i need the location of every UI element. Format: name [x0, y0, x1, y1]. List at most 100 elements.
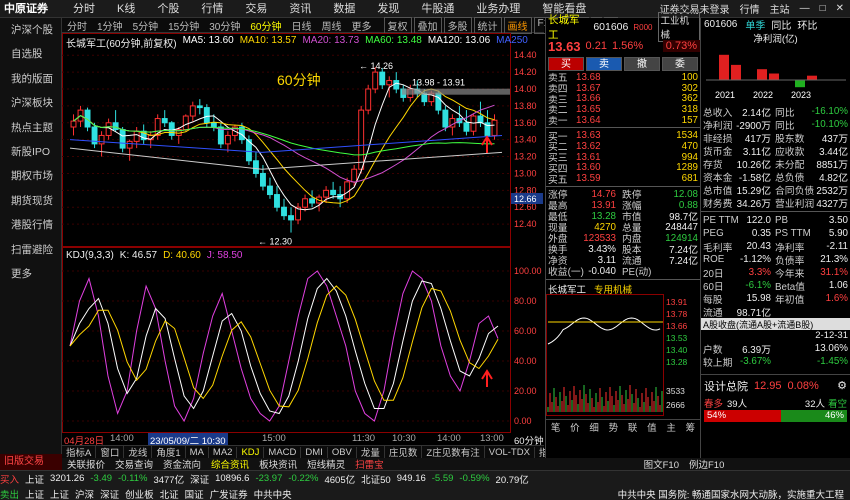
menu-item[interactable]: 发现	[366, 0, 410, 18]
divider	[546, 278, 700, 280]
f10-tab[interactable]: 图文F10	[639, 457, 684, 471]
status-item[interactable]: 买入	[0, 472, 19, 486]
period-tab[interactable]: 分时	[62, 18, 92, 33]
mini-chart-header: 长城军工 专用机械	[546, 282, 700, 296]
menu-item[interactable]: 资讯	[278, 0, 322, 18]
mini-tab[interactable]: 笔	[546, 420, 565, 434]
period-tab[interactable]: 1分钟	[92, 18, 128, 33]
top-right-item[interactable]: 主站	[770, 1, 790, 16]
sidebar-item[interactable]: 扫雷避险	[0, 238, 61, 262]
status-item[interactable]: 卖出	[0, 487, 19, 500]
menu-item[interactable]: 数据	[322, 0, 366, 18]
sidebar-item[interactable]: 热点主题	[0, 116, 61, 140]
trade-button[interactable]: 委	[662, 57, 698, 71]
profit-bar-chart: 2021 2022 2023	[706, 54, 846, 100]
mini-tab[interactable]: 势	[604, 420, 623, 434]
indicator-tab[interactable]: Z庄见数有注	[422, 445, 485, 459]
trade-button[interactable]: 撤	[624, 57, 660, 71]
maximize-icon[interactable]: □	[820, 3, 826, 14]
menu-item[interactable]: 行情	[190, 0, 234, 18]
mini-tab[interactable]: 联	[623, 420, 642, 434]
menu-item[interactable]: 分时	[62, 0, 106, 18]
indicator-tab[interactable]: 庄见数	[385, 445, 423, 459]
f10-tab[interactable]: 例边F10	[684, 457, 729, 471]
period-tab[interactable]: 30分钟	[204, 18, 245, 33]
info-tab[interactable]: 板块资讯	[254, 457, 302, 471]
period-tab[interactable]: 周线	[317, 18, 347, 33]
finance-label: PB	[775, 215, 789, 226]
sentiment-bar[interactable]: 54% 46%	[704, 410, 847, 422]
sidebar-item[interactable]: 沪深板块	[0, 91, 61, 115]
indicator-tab[interactable]: MA2	[209, 446, 238, 458]
finance-label: 股东数	[775, 133, 805, 145]
finance-value: 98.71亿	[736, 307, 771, 319]
sidebar-item[interactable]: 新股IPO	[0, 140, 61, 164]
sidebar-item[interactable]: 更多	[0, 262, 61, 286]
period-tab[interactable]: 60分钟	[245, 18, 286, 33]
indicator-tab[interactable]: OBV	[328, 446, 357, 458]
finance-row: 20日 3.3% 今年来 31.1%	[701, 266, 850, 280]
sector-tag[interactable]: 工业机械	[657, 12, 700, 42]
sidebar-item[interactable]: 沪深个股	[0, 18, 61, 42]
chart-tool-button[interactable]: 统计	[473, 16, 502, 34]
bear-bar: 46%	[781, 410, 847, 422]
candle-body	[126, 140, 133, 149]
old-trade-button[interactable]: 旧版交易	[0, 454, 62, 470]
info-tab[interactable]: 交易查询	[110, 457, 158, 471]
sidebar-item[interactable]: 我的版面	[0, 67, 61, 91]
order-level-row[interactable]: 买五 13.59 681	[546, 173, 700, 186]
trade-button[interactable]: 卖	[586, 57, 622, 71]
info-tab[interactable]: 扫雷宝	[350, 457, 389, 471]
minimize-icon[interactable]: —	[800, 3, 810, 14]
settings-icon[interactable]: ⚙	[837, 379, 850, 392]
trade-button[interactable]: 买	[548, 57, 584, 71]
period-tab[interactable]: 日线	[287, 18, 317, 33]
info-tab[interactable]: 关联报价	[62, 457, 110, 471]
order-level-row[interactable]: 卖一 13.64 157	[546, 115, 700, 128]
sidebar-item[interactable]: 期货现货	[0, 189, 61, 213]
menu-item[interactable]: 交易	[234, 0, 278, 18]
info-tab[interactable]: 综合资讯	[206, 457, 254, 471]
mini-tab[interactable]: 主	[662, 420, 681, 434]
kdj-indicator-chart[interactable]: 100.00 80.00 60.00 40.00 20.00 0.00	[62, 247, 544, 433]
candle-body	[358, 109, 365, 170]
period-tab[interactable]: 5分钟	[128, 18, 164, 33]
chart-tool-button[interactable]: 复权	[383, 16, 412, 34]
price-kline-chart[interactable]: 14.40 14.20 14.00 13.80 13.60 13.40 13.20 13.00…	[62, 33, 544, 247]
finance-value: 4.82亿	[819, 172, 848, 184]
indicator-tab[interactable]: VOL-TDX	[485, 446, 535, 458]
mini-intraday-chart[interactable]: 13.91 13.78 13.66 13.53 13.40 13.28 3533 2666	[546, 293, 701, 416]
time-axis-label: 11:30	[352, 433, 376, 444]
indicator-tab[interactable]: MA	[186, 446, 209, 458]
sidebar-item[interactable]: 期权市场	[0, 164, 61, 188]
close-icon[interactable]: ✕	[836, 3, 844, 14]
profit-bar-secondary	[731, 64, 741, 80]
indicator-tab[interactable]: DMI	[301, 446, 328, 458]
chart-tool-button[interactable]: 多股	[443, 16, 472, 34]
chart-tool-button[interactable]: 画线	[503, 16, 532, 34]
info-tab[interactable]: 资金流向	[158, 457, 206, 471]
finance-value: 122.0	[746, 215, 771, 226]
indicator-tab[interactable]: MACD	[264, 446, 302, 458]
top-right-item[interactable]: 行情	[740, 1, 760, 16]
related-stock-row[interactable]: 设计总院 12.95 0.08% ⚙	[701, 374, 850, 396]
menu-item[interactable]: 个股	[146, 0, 190, 18]
sidebar-item[interactable]: 自选股	[0, 42, 61, 66]
period-tab[interactable]: 更多	[347, 18, 377, 33]
mini-tab[interactable]: 价	[565, 420, 584, 434]
menu-item[interactable]: 业务办理	[465, 0, 531, 18]
menu-item[interactable]: 牛股通	[410, 0, 465, 18]
news-ticker[interactable]: 中共中央 国务院: 畅通国家水网大动脉，实施重大工程	[618, 487, 844, 500]
chart-tool-button[interactable]: 叠加	[413, 16, 442, 34]
info-tab[interactable]: 短线精灵	[302, 457, 350, 471]
finance-tab[interactable]: 环比	[797, 17, 817, 32]
finance-tab[interactable]: 单季	[745, 17, 765, 32]
finance-tab[interactable]: 同比	[771, 17, 791, 32]
mini-tab[interactable]: 筹	[681, 420, 700, 434]
period-tab[interactable]: 15分钟	[163, 18, 204, 33]
mini-tab[interactable]: 细	[585, 420, 604, 434]
sidebar-item[interactable]: 港股行情	[0, 213, 61, 237]
menu-item[interactable]: K线	[106, 0, 146, 18]
mini-tab[interactable]: 值	[642, 420, 661, 434]
indicator-tab[interactable]: KDJ	[237, 446, 265, 458]
